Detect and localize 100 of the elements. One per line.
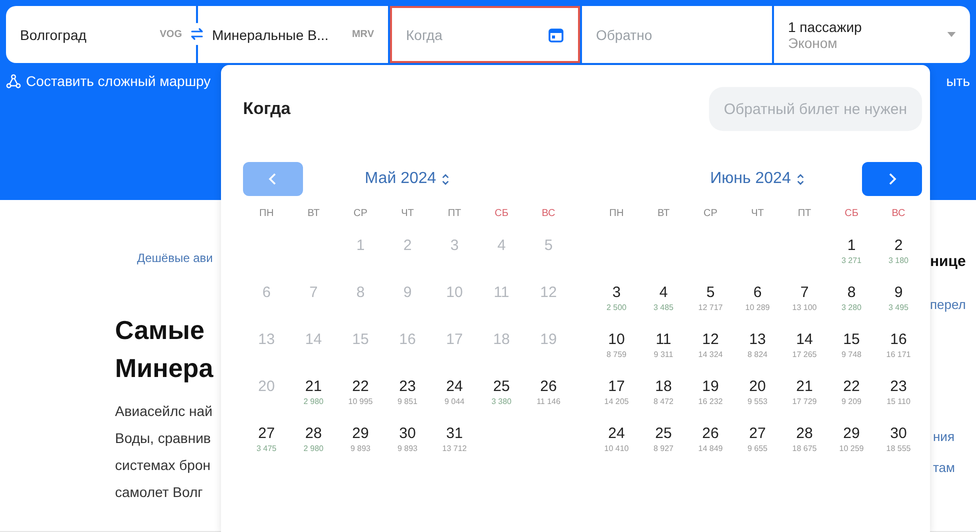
sidebar-link[interactable]: ния	[930, 429, 976, 444]
weekday-label: ПТ	[446, 207, 462, 221]
day-number[interactable]: 15	[843, 331, 860, 349]
day-number[interactable]: 17	[608, 378, 625, 396]
day-number[interactable]: 4	[659, 284, 668, 302]
chevron-right-icon	[887, 173, 897, 185]
weekday-label: ВС	[540, 207, 556, 221]
route-icon	[6, 74, 21, 88]
day-number[interactable]: 25	[493, 378, 510, 396]
origin-city: Волгоград	[20, 26, 88, 42]
breadcrumb-link[interactable]: Дешёвые ави	[137, 251, 221, 265]
day-price: 9 044	[444, 396, 465, 408]
day-number[interactable]: 2	[894, 237, 903, 255]
day-number[interactable]: 5	[706, 284, 715, 302]
day-number[interactable]: 14	[796, 331, 813, 349]
day-number[interactable]: 20	[749, 378, 766, 396]
day-price: 18 555	[886, 443, 911, 455]
day-number[interactable]: 28	[796, 425, 813, 443]
day-number: 2	[403, 237, 412, 255]
weekday-label: ЧТ	[400, 207, 415, 221]
day-price: 8 927	[653, 443, 674, 455]
day-number[interactable]: 21	[305, 378, 322, 396]
day-number[interactable]: 22	[843, 378, 860, 396]
day-number: 16	[399, 331, 416, 349]
day-number[interactable]: 6	[753, 284, 762, 302]
month-selector[interactable]: Май 2024	[364, 170, 450, 188]
complex-route-link[interactable]: Составить сложный маршру	[6, 73, 211, 89]
day-number: 17	[446, 331, 463, 349]
day-number[interactable]: 8	[847, 284, 856, 302]
day-number[interactable]: 24	[608, 425, 625, 443]
sidebar-link[interactable]: там	[930, 460, 976, 475]
destination-field[interactable]: Минеральные В... MRV	[198, 6, 388, 63]
day-price: 17 265	[792, 349, 817, 361]
day-number[interactable]: 16	[890, 331, 907, 349]
day-number: 11	[494, 284, 510, 302]
day-number[interactable]: 26	[702, 425, 719, 443]
day-number: 19	[540, 331, 557, 349]
next-month-button[interactable]	[862, 162, 922, 196]
weekday-label: ЧТ	[750, 207, 765, 221]
day-number[interactable]: 19	[702, 378, 719, 396]
day-number: 1	[356, 237, 365, 255]
day-price: 11 146	[536, 396, 560, 408]
day-number[interactable]: 24	[446, 378, 463, 396]
day-price: 17 729	[792, 396, 817, 408]
day-number[interactable]: 21	[796, 378, 813, 396]
day-number: 3	[450, 237, 459, 255]
day-number[interactable]: 9	[894, 284, 903, 302]
day-price: 3 475	[256, 443, 277, 455]
passenger-select[interactable]: 1 пассажир Эконом	[774, 6, 970, 63]
day-number: 4	[497, 237, 506, 255]
day-price: 10 259	[839, 443, 864, 455]
weekday-label: СР	[352, 207, 368, 221]
day-number[interactable]: 27	[258, 425, 275, 443]
month-selector[interactable]: Июнь 2024	[710, 170, 805, 188]
day-number: 7	[309, 284, 318, 302]
day-number[interactable]: 12	[702, 331, 719, 349]
origin-field[interactable]: Волгоград VOG	[6, 6, 196, 63]
day-number[interactable]: 18	[655, 378, 672, 396]
day-number[interactable]: 7	[800, 284, 809, 302]
day-number[interactable]: 30	[890, 425, 907, 443]
day-number[interactable]: 25	[655, 425, 672, 443]
day-number[interactable]: 10	[608, 331, 625, 349]
day-number[interactable]: 27	[749, 425, 766, 443]
day-number[interactable]: 28	[305, 425, 322, 443]
day-number: 20	[258, 378, 275, 396]
sidebar-link[interactable]: перел	[930, 297, 976, 312]
day-number[interactable]: 23	[399, 378, 416, 396]
destination-city: Минеральные В...	[212, 26, 330, 42]
day-number[interactable]: 23	[890, 378, 907, 396]
day-number[interactable]: 29	[352, 425, 369, 443]
day-price: 8 759	[606, 349, 627, 361]
day-price: 9 553	[747, 396, 768, 408]
day-number[interactable]: 31	[446, 425, 463, 443]
up-down-chevron-icon	[441, 172, 450, 186]
weekday-label: СБ	[844, 207, 860, 221]
weekday-label: ПН	[258, 207, 275, 221]
day-number[interactable]: 11	[656, 331, 672, 349]
caret-icon	[947, 32, 956, 37]
day-number[interactable]: 1	[847, 237, 856, 255]
day-number[interactable]: 22	[352, 378, 369, 396]
day-price: 12 717	[698, 302, 723, 314]
day-number[interactable]: 13	[749, 331, 766, 349]
day-number[interactable]: 29	[843, 425, 860, 443]
day-number[interactable]: 26	[540, 378, 557, 396]
day-number: 5	[544, 237, 553, 255]
day-price: 16 232	[698, 396, 723, 408]
day-price: 10 410	[604, 443, 629, 455]
day-number: 14	[305, 331, 322, 349]
header-link[interactable]: ыть	[946, 73, 970, 89]
day-price: 9 851	[397, 396, 418, 408]
page-heading: Самые Минера	[115, 314, 214, 385]
airport-code: MRV	[352, 29, 374, 40]
airport-code: VOG	[160, 29, 182, 40]
day-price: 3 485	[653, 302, 674, 314]
day-price: 18 675	[792, 443, 817, 455]
day-number[interactable]: 30	[399, 425, 416, 443]
day-number[interactable]: 3	[612, 284, 621, 302]
day-price: 13 100	[792, 302, 817, 314]
day-price: 2 500	[606, 302, 627, 314]
day-number: 8	[356, 284, 365, 302]
